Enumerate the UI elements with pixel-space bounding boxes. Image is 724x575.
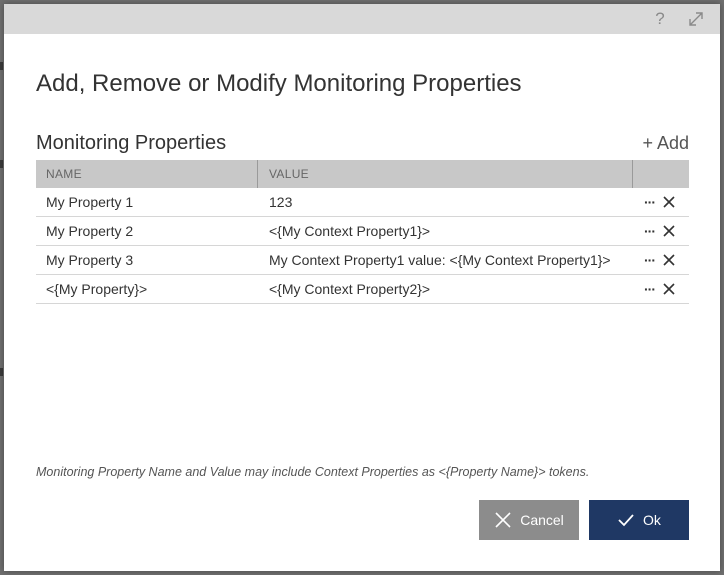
more-options-button[interactable]: ··· xyxy=(644,252,656,268)
dialog-titlebar: ? xyxy=(4,4,720,34)
maximize-button[interactable] xyxy=(682,7,710,31)
row-actions: ··· xyxy=(633,188,689,216)
more-options-button[interactable]: ··· xyxy=(644,281,656,297)
ok-button[interactable]: Ok xyxy=(589,500,689,540)
delete-row-button[interactable] xyxy=(663,225,675,237)
hint-text: Monitoring Property Name and Value may i… xyxy=(36,465,590,479)
column-header-actions xyxy=(633,160,689,188)
question-icon: ? xyxy=(655,9,665,28)
delete-row-button[interactable] xyxy=(663,283,675,295)
add-label: Add xyxy=(656,132,689,153)
column-header-value[interactable]: VALUE xyxy=(258,160,633,188)
section-title: Monitoring Properties xyxy=(36,131,227,154)
column-header-name[interactable]: NAME xyxy=(36,160,258,188)
dialog-title: Add, Remove or Modify Monitoring Propert… xyxy=(36,70,522,97)
background-fragment xyxy=(0,160,3,168)
property-name-cell[interactable]: My Property 2 xyxy=(36,217,258,245)
close-icon xyxy=(495,512,511,528)
cancel-button[interactable]: Cancel xyxy=(479,500,579,540)
property-name-cell[interactable]: <{My Property}> xyxy=(36,275,258,303)
background-fragment xyxy=(0,368,3,376)
row-actions: ··· xyxy=(633,217,689,245)
property-name-cell[interactable]: My Property 3 xyxy=(36,246,258,274)
grid-header: NAME VALUE xyxy=(36,160,689,188)
section-header: Monitoring Properties + Add xyxy=(36,128,689,158)
property-value-cell[interactable]: <{My Context Property1}> xyxy=(258,217,633,245)
background-fragment xyxy=(0,62,3,70)
property-name-cell[interactable]: My Property 1 xyxy=(36,188,258,216)
table-row[interactable]: <{My Property}> <{My Context Property2}>… xyxy=(36,275,689,304)
ok-label: Ok xyxy=(643,512,661,528)
table-row[interactable]: My Property 2 <{My Context Property1}> ·… xyxy=(36,217,689,246)
delete-row-button[interactable] xyxy=(663,254,675,266)
close-icon xyxy=(663,283,675,295)
more-options-button[interactable]: ··· xyxy=(644,194,656,210)
close-icon xyxy=(663,254,675,266)
properties-grid: NAME VALUE My Property 1 123 ··· My Prop… xyxy=(36,160,689,304)
delete-row-button[interactable] xyxy=(663,196,675,208)
row-actions: ··· xyxy=(633,275,689,303)
plus-icon: + xyxy=(642,132,653,153)
property-value-cell[interactable]: My Context Property1 value: <{My Context… xyxy=(258,246,633,274)
cancel-label: Cancel xyxy=(520,512,564,528)
expand-icon xyxy=(689,12,703,26)
close-icon xyxy=(663,225,675,237)
property-value-cell[interactable]: <{My Context Property2}> xyxy=(258,275,633,303)
add-property-button[interactable]: + Add xyxy=(642,133,689,154)
property-value-cell[interactable]: 123 xyxy=(258,188,633,216)
help-button[interactable]: ? xyxy=(646,7,674,31)
table-row[interactable]: My Property 3 My Context Property1 value… xyxy=(36,246,689,275)
more-options-button[interactable]: ··· xyxy=(644,223,656,239)
checkmark-icon xyxy=(618,514,634,527)
monitoring-properties-dialog: ? Add, Remove or Modify Monitoring Prope… xyxy=(4,4,720,571)
close-icon xyxy=(663,196,675,208)
row-actions: ··· xyxy=(633,246,689,274)
table-row[interactable]: My Property 1 123 ··· xyxy=(36,188,689,217)
